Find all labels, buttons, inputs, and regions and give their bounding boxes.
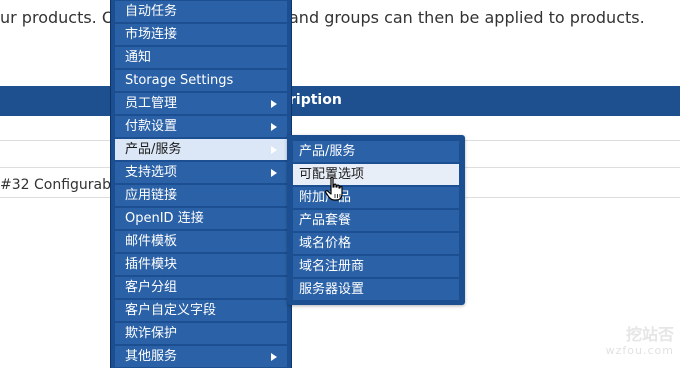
watermark-domain: wzfou.com xyxy=(605,344,674,357)
setup-dropdown-menu: 自动任务 市场连接 通知 Storage Settings 员工管理 付款设置 … xyxy=(110,0,292,368)
caret-right-icon xyxy=(271,146,277,154)
menu-item-label: 自动任务 xyxy=(125,4,178,19)
submenu-item-servers[interactable]: 服务器设置 xyxy=(293,279,459,300)
menu-item-label: Storage Settings xyxy=(125,73,234,88)
menu-item-label: 客户自定义字段 xyxy=(125,303,217,318)
menu-item-label: 产品/服务 xyxy=(125,142,182,157)
submenu-item-label: 域名价格 xyxy=(299,236,352,251)
hand-pointer-icon xyxy=(324,176,343,201)
page-description-right: and groups can then be applied to produc… xyxy=(289,8,645,27)
menu-item-support[interactable]: 支持选项 xyxy=(115,162,287,183)
menu-item-client-groups[interactable]: 客户分组 xyxy=(115,277,287,298)
menu-item-addon-modules[interactable]: 插件模块 xyxy=(115,254,287,275)
menu-item-other[interactable]: 其他服务 xyxy=(115,346,287,367)
menu-item-fraud-protection[interactable]: 欺诈保护 xyxy=(115,323,287,344)
menu-item-label: OpenID 连接 xyxy=(125,211,204,226)
menu-item-email-templates[interactable]: 邮件模板 xyxy=(115,231,287,252)
products-submenu: 产品/服务 可配置选项 附加产品 产品套餐 域名价格 域名注册商 服务器设置 xyxy=(287,135,465,305)
menu-item-products-services[interactable]: 产品/服务 xyxy=(115,139,287,160)
menu-item-application-links[interactable]: 应用链接 xyxy=(115,185,287,206)
menu-item-label: 市场连接 xyxy=(125,27,178,42)
menu-item-label: 付款设置 xyxy=(125,119,178,134)
menu-item-label: 支持选项 xyxy=(125,165,178,180)
submenu-item-product-addons[interactable]: 附加产品 xyxy=(293,187,459,208)
menu-item-label: 插件模块 xyxy=(125,257,178,272)
menu-item-notifications[interactable]: 通知 xyxy=(115,47,287,68)
submenu-item-label: 产品/服务 xyxy=(299,144,356,159)
caret-right-icon xyxy=(271,353,277,361)
menu-item-label: 其他服务 xyxy=(125,349,178,364)
table-header-description: ription xyxy=(289,92,342,108)
menu-item-label: 员工管理 xyxy=(125,96,178,111)
table-row-text[interactable]: #32 Configurable xyxy=(0,177,124,193)
submenu-item-label: 域名注册商 xyxy=(299,259,365,274)
caret-right-icon xyxy=(271,100,277,108)
submenu-item-label: 服务器设置 xyxy=(299,282,365,297)
submenu-item-label: 产品套餐 xyxy=(299,213,352,228)
submenu-item-configurable-options[interactable]: 可配置选项 xyxy=(293,164,459,185)
submenu-item-domain-registrars[interactable]: 域名注册商 xyxy=(293,256,459,277)
menu-item-custom-client-fields[interactable]: 客户自定义字段 xyxy=(115,300,287,321)
menu-item-payment-settings[interactable]: 付款设置 xyxy=(115,116,287,137)
menu-item-label: 欺诈保护 xyxy=(125,326,178,341)
submenu-item-domain-pricing[interactable]: 域名价格 xyxy=(293,233,459,254)
menu-item-openid[interactable]: OpenID 连接 xyxy=(115,208,287,229)
menu-item-automation[interactable]: 自动任务 xyxy=(115,1,287,22)
menu-item-label: 应用链接 xyxy=(125,188,178,203)
caret-right-icon xyxy=(271,123,277,131)
menu-item-staff-management[interactable]: 员工管理 xyxy=(115,93,287,114)
menu-item-marketplace[interactable]: 市场连接 xyxy=(115,24,287,45)
caret-right-icon xyxy=(271,169,277,177)
menu-item-storage-settings[interactable]: Storage Settings xyxy=(115,70,287,91)
submenu-item-product-bundles[interactable]: 产品套餐 xyxy=(293,210,459,231)
watermark-logo: 挖站否 xyxy=(625,325,674,344)
menu-item-label: 客户分组 xyxy=(125,280,178,295)
menu-item-label: 通知 xyxy=(125,50,152,65)
menu-item-label: 邮件模板 xyxy=(125,234,178,249)
submenu-item-products-services[interactable]: 产品/服务 xyxy=(293,141,459,162)
